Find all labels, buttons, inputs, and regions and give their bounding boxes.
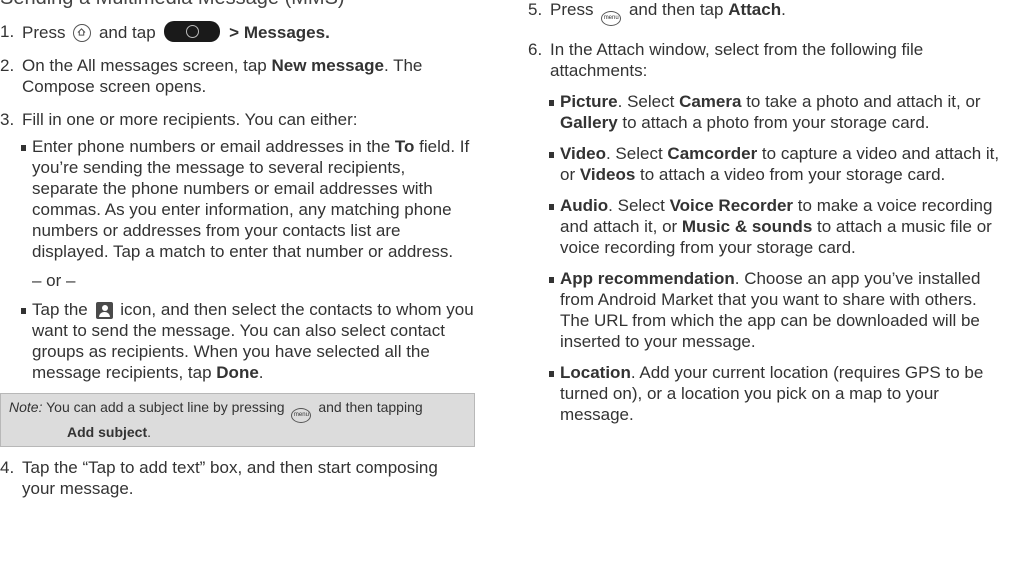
all-apps-icon bbox=[164, 21, 221, 42]
step-number: 2. bbox=[0, 56, 15, 75]
list-item-audio: Audio. Select Voice Recorder to make a v… bbox=[546, 195, 1004, 258]
left-column: 1. Press and tap > Messages. 2. On the A… bbox=[0, 21, 475, 511]
step-2: 2. On the All messages screen, tap New m… bbox=[0, 55, 475, 97]
step-text: On the All messages screen, tap New mess… bbox=[22, 56, 423, 96]
step-number: 1. bbox=[0, 22, 15, 41]
step-number: 5. bbox=[528, 0, 543, 19]
step-6: 6. In the Attach window, select from the… bbox=[528, 39, 1004, 425]
step-4: 4. Tap the “Tap to add text” box, and th… bbox=[0, 457, 475, 499]
recipient-options-2: Tap the icon, and then select the contac… bbox=[18, 299, 475, 383]
step-number: 3. bbox=[0, 110, 15, 129]
right-column: 5. Press menu and then tap Attach. 6. In… bbox=[528, 0, 1004, 437]
step-number: 4. bbox=[0, 458, 15, 477]
step-3: 3. Fill in one or more recipients. You c… bbox=[0, 109, 475, 383]
step-text: Press menu and then tap Attach. bbox=[550, 0, 786, 26]
list-item-location: Location. Add your current location (req… bbox=[546, 362, 1004, 425]
step-1: 1. Press and tap > Messages. bbox=[0, 21, 475, 43]
note-label: Note: bbox=[9, 399, 43, 415]
list-item: Tap the icon, and then select the contac… bbox=[18, 299, 475, 383]
or-separator: – or – bbox=[32, 271, 76, 290]
home-icon bbox=[73, 24, 92, 42]
menu-key-icon: menu bbox=[291, 408, 312, 423]
step-number: 6. bbox=[528, 40, 543, 59]
list-item-picture: Picture. Select Camera to take a photo a… bbox=[546, 91, 1004, 133]
step-text: Press and tap > Messages. bbox=[22, 21, 330, 42]
step-text: In the Attach window, select from the fo… bbox=[550, 40, 924, 80]
recipient-options: Enter phone numbers or email addresses i… bbox=[18, 136, 475, 262]
note-box: Note: You can add a subject line by pres… bbox=[0, 393, 475, 447]
section-heading: Sending a Multimedia Message (MMS) bbox=[0, 0, 345, 9]
step-text: Tap the “Tap to add text” box, and then … bbox=[22, 458, 438, 498]
step-5: 5. Press menu and then tap Attach. bbox=[528, 0, 1004, 26]
list-item-app-recommendation: App recommendation. Choose an app you’ve… bbox=[546, 268, 1004, 352]
attachment-options: Picture. Select Camera to take a photo a… bbox=[546, 91, 1004, 425]
menu-key-icon: menu bbox=[601, 11, 622, 26]
list-item-video: Video. Select Camcorder to capture a vid… bbox=[546, 143, 1004, 185]
step-text: Fill in one or more recipients. You can … bbox=[22, 110, 358, 129]
list-item: Enter phone numbers or email addresses i… bbox=[18, 136, 475, 262]
contact-icon bbox=[95, 302, 113, 319]
